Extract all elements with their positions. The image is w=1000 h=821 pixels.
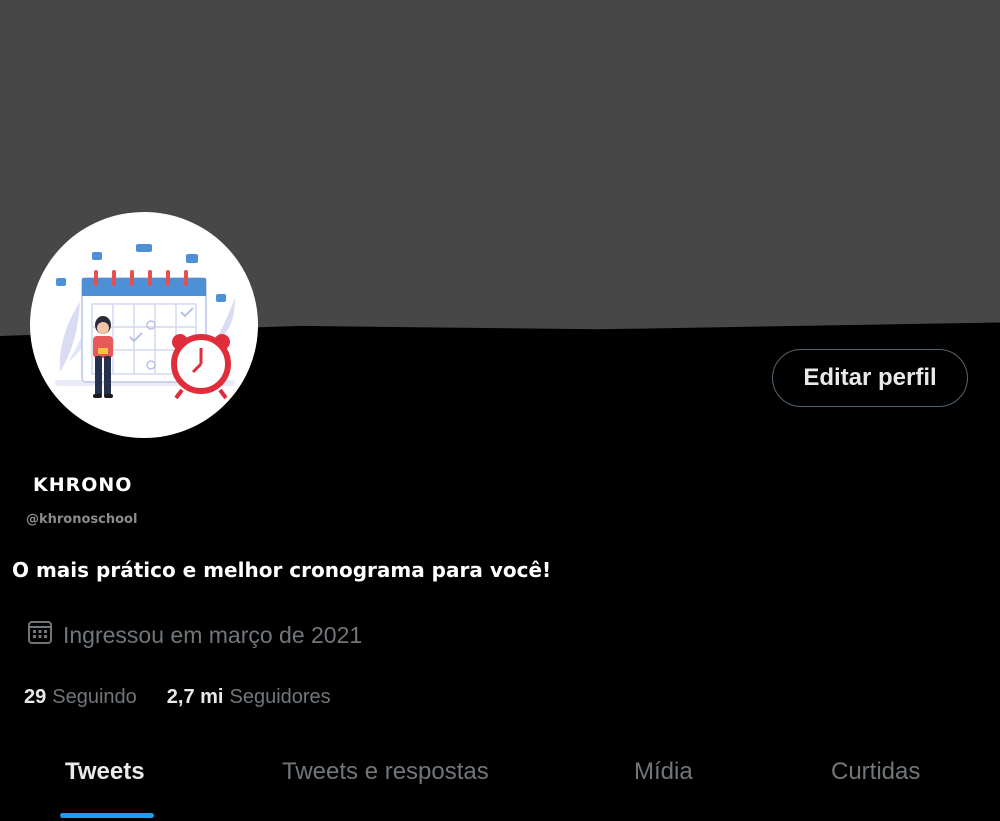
profile-bio: O mais prático e melhor cronograma para …	[12, 558, 552, 582]
calendar-icon	[27, 619, 53, 651]
profile-handle: @khronoschool	[26, 512, 138, 527]
tab-likes[interactable]: Curtidas	[831, 758, 920, 786]
join-date-text: Ingressou em março de 2021	[63, 621, 363, 648]
profile-tabs: Tweets Tweets e respostas Mídia Curtidas	[0, 740, 1000, 821]
following-label: Seguindo	[52, 685, 137, 708]
tab-tweets-and-replies[interactable]: Tweets e respostas	[282, 758, 489, 786]
following-link[interactable]: 29 Seguindo	[24, 686, 137, 709]
following-count: 29	[24, 685, 47, 708]
display-name: KHRONO	[33, 474, 133, 496]
followers-count: 2,7 mi	[166, 685, 224, 708]
join-date: Ingressou em março de 2021	[27, 619, 362, 651]
profile-avatar[interactable]	[30, 212, 258, 438]
followers-link[interactable]: 2,7 mi Seguidores	[167, 686, 331, 709]
active-tab-indicator	[60, 813, 154, 818]
followers-label: Seguidores	[229, 685, 331, 708]
calendar-alarm-illustration-icon	[55, 244, 235, 400]
edit-profile-button[interactable]: Editar perfil	[772, 349, 968, 407]
tab-media[interactable]: Mídia	[634, 758, 693, 786]
profile-stats: 29 Seguindo 2,7 mi Seguidores	[24, 683, 361, 711]
tab-tweets[interactable]: Tweets	[65, 758, 145, 786]
